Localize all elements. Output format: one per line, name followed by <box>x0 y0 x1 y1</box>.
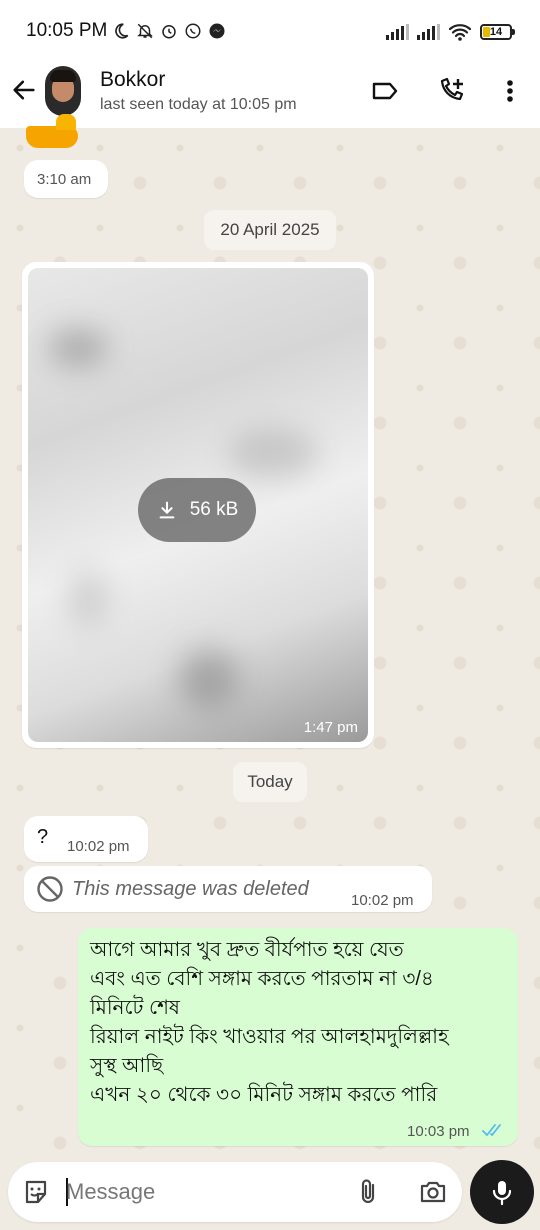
moon-icon <box>115 23 129 39</box>
date-separator: Today <box>233 762 307 802</box>
date-label: Today <box>247 772 293 791</box>
thumbs-up-emoji <box>26 114 80 150</box>
attach-icon[interactable] <box>354 1177 384 1207</box>
whatsapp-icon <box>185 23 201 39</box>
battery-icon: 14 <box>480 24 515 40</box>
blocked-icon <box>37 876 63 902</box>
message-line: সুস্থ আছি <box>90 1055 164 1077</box>
status-bar: 10:05 PM 14 <box>0 0 540 62</box>
status-icons-right: 14 <box>386 20 515 44</box>
media-message-bubble[interactable]: 56 kB 1:47 pm <box>22 262 374 748</box>
message-time: 1:47 pm <box>303 719 358 736</box>
message-text: ? <box>37 826 49 848</box>
voice-record-button[interactable] <box>470 1160 534 1224</box>
messenger-icon <box>209 23 225 39</box>
chat-area[interactable]: 3:10 am 20 April 2025 56 kB 1:47 pm Toda… <box>0 114 540 1158</box>
message-bubble-incoming[interactable]: 3:10 am <box>24 160 108 198</box>
chat-header: Bokkor last seen today at 10:05 pm <box>0 62 540 128</box>
battery-level: 14 <box>489 26 503 38</box>
blurred-image-thumbnail[interactable]: 56 kB 1:47 pm <box>28 268 368 742</box>
more-vert-icon[interactable] <box>495 76 525 106</box>
message-line: মিনিটে শেষ <box>90 997 180 1019</box>
message-time: 10:03 pm <box>407 1123 470 1140</box>
message-input-bar <box>8 1162 462 1222</box>
message-bubble-outgoing[interactable]: আগে আমার খুব দ্রুত বীর্যপাত হয়ে যেত এবং… <box>78 928 518 1146</box>
add-call-icon[interactable] <box>437 76 467 106</box>
message-line: এবং এত বেশি সঙ্গাম করতে পারতাম না ৩/৪ <box>90 968 434 990</box>
file-size: 56 kB <box>189 499 239 520</box>
contact-name[interactable]: Bokkor <box>100 68 165 92</box>
status-icons-left <box>112 20 226 42</box>
date-label: 20 April 2025 <box>220 220 320 239</box>
download-button[interactable]: 56 kB <box>138 478 256 542</box>
bell-off-icon <box>137 23 153 39</box>
message-time: 10:02 pm <box>351 892 414 909</box>
deleted-message-bubble[interactable]: This message was deleted 10:02 pm <box>24 866 432 912</box>
status-time: 10:05 PM <box>26 20 108 41</box>
signal-icon <box>417 24 440 40</box>
message-time: 10:02 pm <box>67 838 130 855</box>
camera-icon[interactable] <box>418 1177 448 1207</box>
message-line: রিয়াল নাইট কিং খাওয়ার পর আলহামদুলিল্লা… <box>90 1026 449 1048</box>
message-text: আগে আমার খুব দ্রুত বীর্যপাত হয়ে যেত এবং… <box>90 936 510 1110</box>
deleted-message-text: This message was deleted <box>72 878 309 900</box>
mic-icon <box>492 1181 512 1206</box>
alarm-icon <box>162 25 176 39</box>
wifi-icon <box>448 24 472 41</box>
message-bubble-incoming[interactable]: ? 10:02 pm <box>24 816 148 862</box>
date-separator: 20 April 2025 <box>204 210 336 250</box>
message-time: 3:10 am <box>37 171 92 188</box>
message-line: আগে আমার খুব দ্রুত বীর্যপাত হয়ে যেত <box>90 939 404 961</box>
signal-icon <box>386 24 409 40</box>
message-line: এখন ২০ থেকে ৩০ মিনিট সঙ্গাম করতে পারি <box>90 1084 438 1106</box>
back-arrow-icon[interactable] <box>10 76 38 104</box>
label-icon[interactable] <box>370 76 400 106</box>
message-input[interactable] <box>66 1174 326 1210</box>
download-icon <box>159 501 175 519</box>
read-ticks-icon <box>482 1124 501 1137</box>
sticker-icon[interactable] <box>21 1177 51 1207</box>
avatar[interactable] <box>45 66 81 116</box>
last-seen-status[interactable]: last seen today at 10:05 pm <box>100 96 297 114</box>
